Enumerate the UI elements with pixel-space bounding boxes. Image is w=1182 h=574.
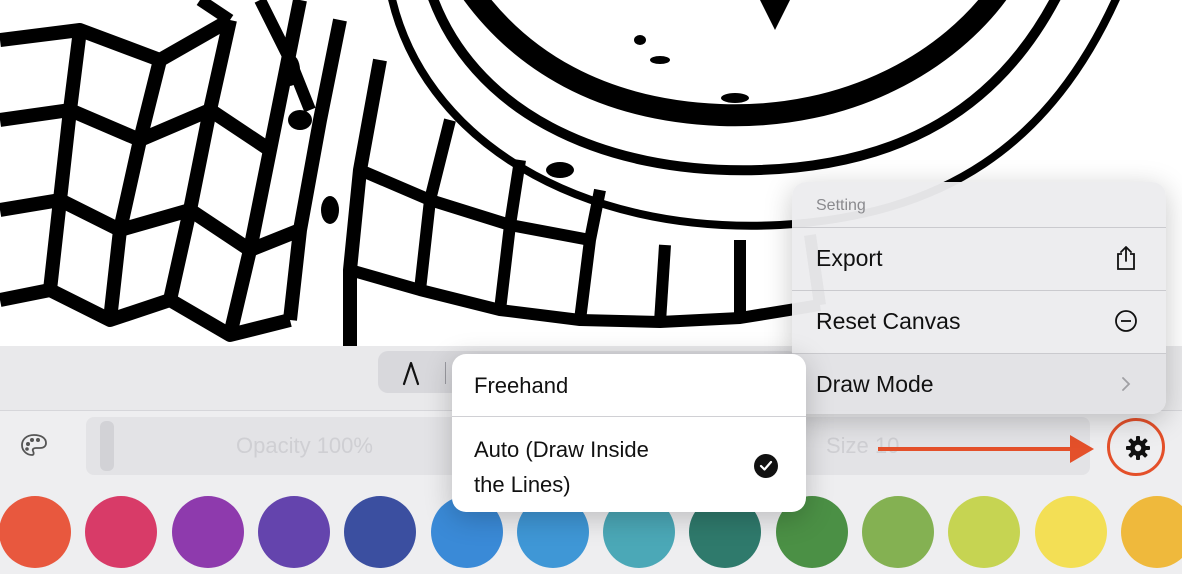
menu-item-label: Reset Canvas [816,308,961,334]
segment-divider [445,362,446,384]
gear-icon[interactable] [1106,416,1170,480]
annotation-arrow-head [1070,435,1094,463]
settings-menu-header: Setting [816,197,866,214]
menu-item-label: Draw Mode [816,371,934,397]
color-swatch[interactable] [0,496,71,568]
option-label: Freehand [474,373,569,398]
menu-item-reset-canvas[interactable]: Reset Canvas [792,291,1166,353]
size-slider[interactable]: Size 10 [800,417,1090,475]
opacity-slider[interactable]: Opacity 100% [86,417,466,475]
share-icon [1112,244,1140,272]
pen-nib-icon[interactable] [394,356,428,390]
draw-mode-submenu: Freehand Auto (Draw Inside the Lines) [452,354,806,512]
checkmark-icon [754,454,778,478]
color-swatch[interactable] [85,496,158,568]
color-swatch[interactable] [257,496,330,568]
palette-icon[interactable] [16,428,52,462]
color-swatch[interactable] [948,496,1021,568]
option-auto-draw-inside-lines[interactable]: Auto (Draw Inside the Lines) [452,417,806,512]
menu-item-draw-mode[interactable]: Draw Mode [792,354,1166,414]
menu-item-label: Export [816,245,883,271]
option-label-line1: Auto (Draw Inside [474,437,649,462]
opacity-slider-knob[interactable] [100,421,114,471]
settings-menu: Setting Export Reset Canvas Draw Mode [792,182,1166,414]
option-label-line2: the Lines) [474,472,571,497]
minus-circle-icon [1112,307,1140,335]
color-swatch[interactable] [862,496,934,568]
size-label: Size 10 [826,433,900,458]
annotation-arrow-line [878,447,1074,451]
color-swatch[interactable] [1034,496,1107,568]
opacity-label: Opacity 100% [236,433,373,458]
menu-item-export[interactable]: Export [792,228,1166,290]
color-swatch[interactable] [344,496,417,568]
color-swatch[interactable] [171,496,244,568]
chevron-right-icon [1112,370,1140,398]
option-freehand[interactable]: Freehand [452,354,806,416]
